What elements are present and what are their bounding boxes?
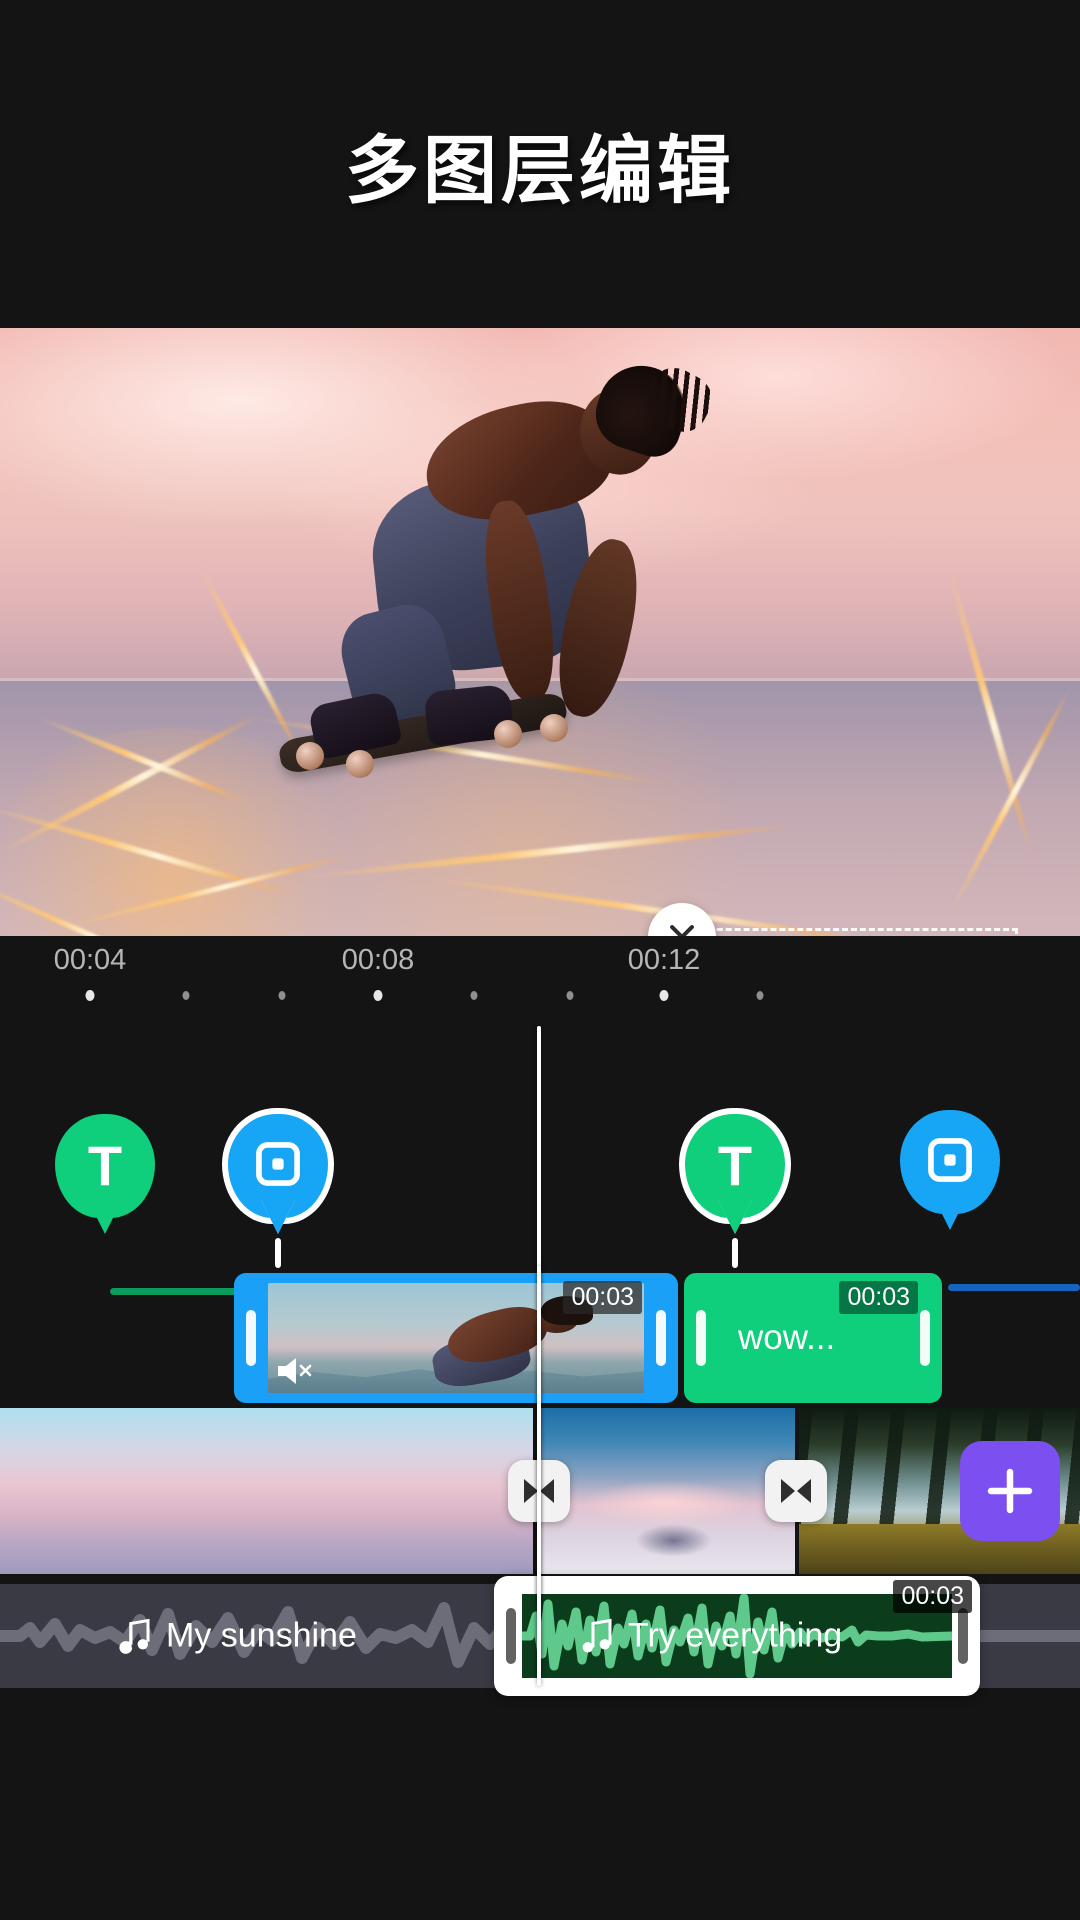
- audio-duration-badge: 00:03: [893, 1580, 972, 1613]
- pin-pip-1[interactable]: [228, 1114, 328, 1268]
- music-note-icon: [119, 1618, 150, 1654]
- audio-clip-background-label: My sunshine: [118, 1617, 357, 1656]
- timeline-ruler[interactable]: 00:04 00:08 00:12: [0, 936, 1080, 1026]
- playhead-lower[interactable]: [537, 1266, 541, 1686]
- video-preview[interactable]: WOW: [0, 328, 1080, 936]
- add-media-button[interactable]: [960, 1441, 1060, 1541]
- clip-text[interactable]: wow... 00:03: [684, 1273, 942, 1403]
- skater-figure: [277, 354, 720, 778]
- ruler-tick: [470, 991, 478, 1000]
- ruler-tick: [756, 991, 764, 1000]
- transition-2-button[interactable]: [765, 1460, 827, 1522]
- clip-trim-handle-left[interactable]: [246, 1310, 256, 1366]
- ruler-tick: [278, 991, 286, 1000]
- pin-stem: [275, 1238, 281, 1268]
- pin-rail-pip-2: [948, 1284, 1080, 1291]
- cloud-highlight: [583, 1481, 749, 1525]
- music-note-icon: [582, 1618, 612, 1652]
- ruler-tick: [373, 990, 383, 1001]
- pin-text-1[interactable]: T: [55, 1114, 155, 1234]
- pin-text-icon: T: [717, 1134, 753, 1197]
- ruler-tick: [182, 991, 190, 1000]
- pip-icon: [252, 1138, 304, 1195]
- pin-stem: [732, 1238, 738, 1268]
- pin-pip-2[interactable]: [900, 1110, 1000, 1230]
- app-screen: 多图层编辑 00:04 00:08 00:12 T T 00:03 wow...…: [0, 0, 1080, 1920]
- ruler-label: 00:12: [627, 944, 701, 976]
- clip-trim-handle-right[interactable]: [656, 1310, 666, 1366]
- audio-selected-title: Try everything: [628, 1616, 843, 1655]
- main-clip-sky[interactable]: [537, 1408, 795, 1574]
- close-icon: [670, 925, 694, 936]
- transition-icon: [781, 1479, 811, 1503]
- pip-icon: [924, 1134, 976, 1191]
- audio-trim-handle-right[interactable]: [958, 1608, 968, 1664]
- header: 多图层编辑: [0, 0, 1080, 328]
- timeline[interactable]: T T 00:03 wow... 00:03 My sunshine Try e…: [0, 1026, 1080, 1920]
- mute-icon[interactable]: [274, 1353, 314, 1389]
- clip-duration-badge: 00:03: [563, 1281, 642, 1314]
- ruler-tick: [85, 990, 95, 1001]
- clip-trim-handle-right[interactable]: [920, 1310, 930, 1366]
- pin-text-2[interactable]: T: [685, 1114, 785, 1268]
- clip-trim-handle-left[interactable]: [696, 1310, 706, 1366]
- clip-text-label: wow...: [738, 1318, 836, 1357]
- audio-clip-selected[interactable]: Try everything 00:03: [494, 1576, 980, 1696]
- clip-duration-badge: 00:03: [839, 1281, 918, 1314]
- audio-clip-title: My sunshine: [166, 1616, 357, 1655]
- ruler-tick: [659, 990, 669, 1001]
- cloud-shadow: [635, 1524, 713, 1558]
- audio-selected-label: Try everything: [580, 1617, 842, 1656]
- plus-icon: [987, 1468, 1033, 1514]
- sticker-selection-box[interactable]: [681, 928, 1018, 936]
- pin-rail-text-1: [110, 1288, 248, 1295]
- pin-text-icon: T: [87, 1134, 123, 1197]
- audio-trim-handle-left[interactable]: [506, 1608, 516, 1664]
- page-title: 多图层编辑: [345, 128, 735, 212]
- main-clip-ocean[interactable]: [0, 1408, 533, 1574]
- ruler-label: 00:08: [341, 944, 415, 976]
- clip-pip[interactable]: 00:03: [234, 1273, 678, 1403]
- ruler-tick: [566, 991, 574, 1000]
- ruler-label: 00:04: [53, 944, 127, 976]
